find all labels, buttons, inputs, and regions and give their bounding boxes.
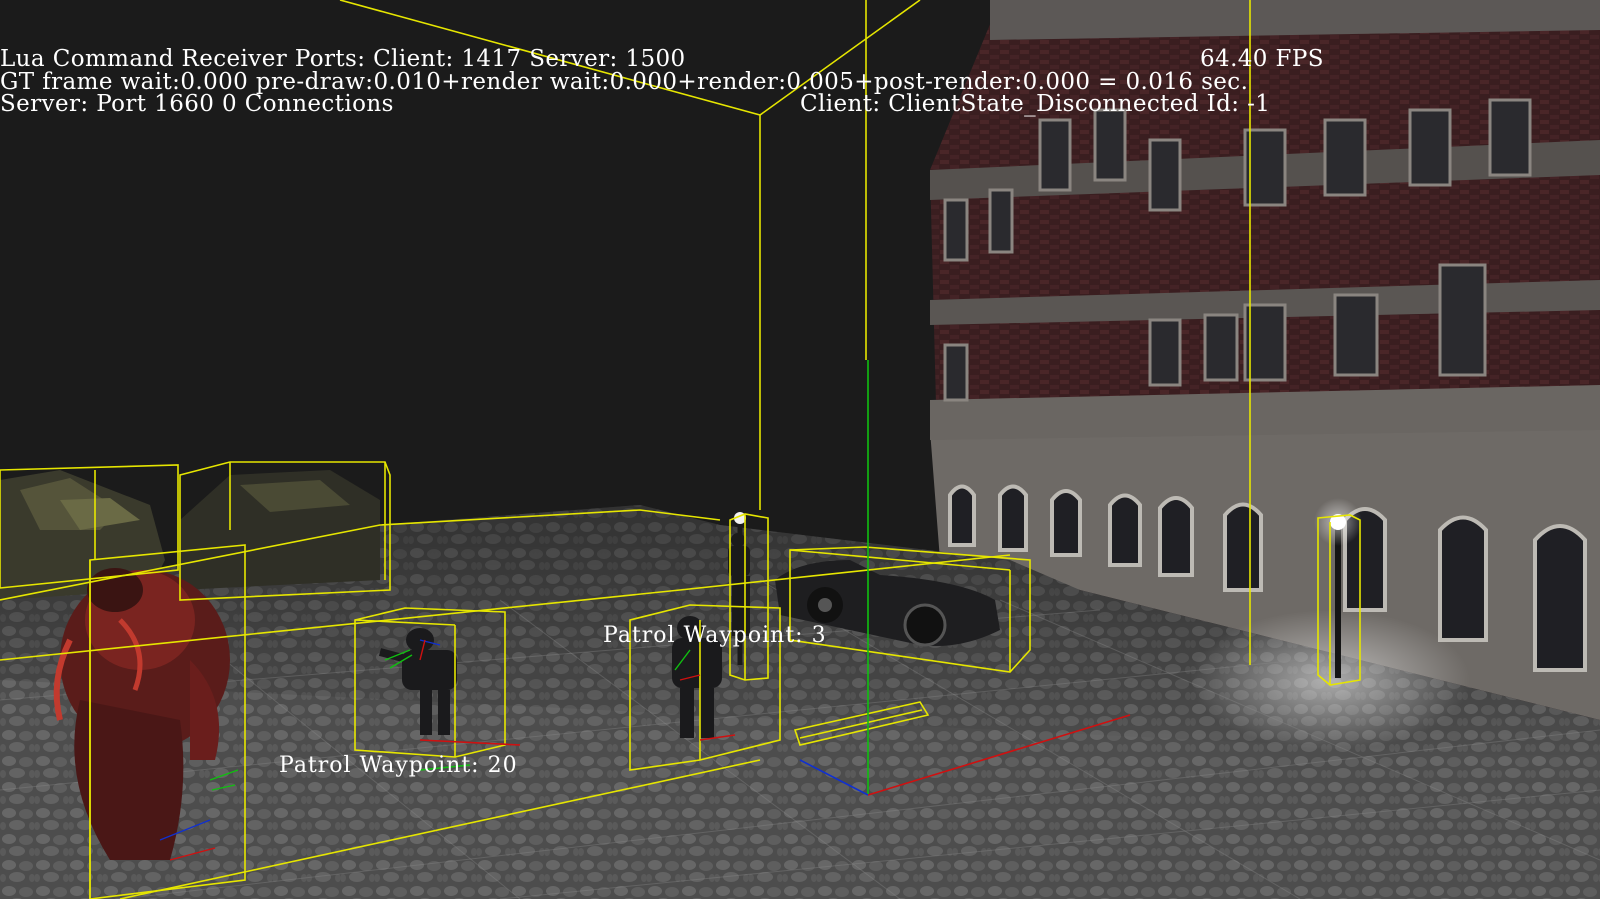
hud-fps: 64.40 FPS bbox=[1200, 46, 1324, 72]
hud-lua-ports: Lua Command Receiver Ports: Client: 1417… bbox=[0, 46, 686, 72]
patrol-waypoint-label: Patrol Waypoint: 20 bbox=[279, 753, 518, 778]
hud-client-status: Client: ClientState_Disconnected Id: -1 bbox=[800, 91, 1271, 117]
hud-server-status: Server: Port 1660 0 Connections bbox=[0, 91, 394, 117]
patrol-waypoint-label: Patrol Waypoint: 3 bbox=[603, 623, 827, 648]
game-viewport[interactable] bbox=[0, 0, 1600, 899]
